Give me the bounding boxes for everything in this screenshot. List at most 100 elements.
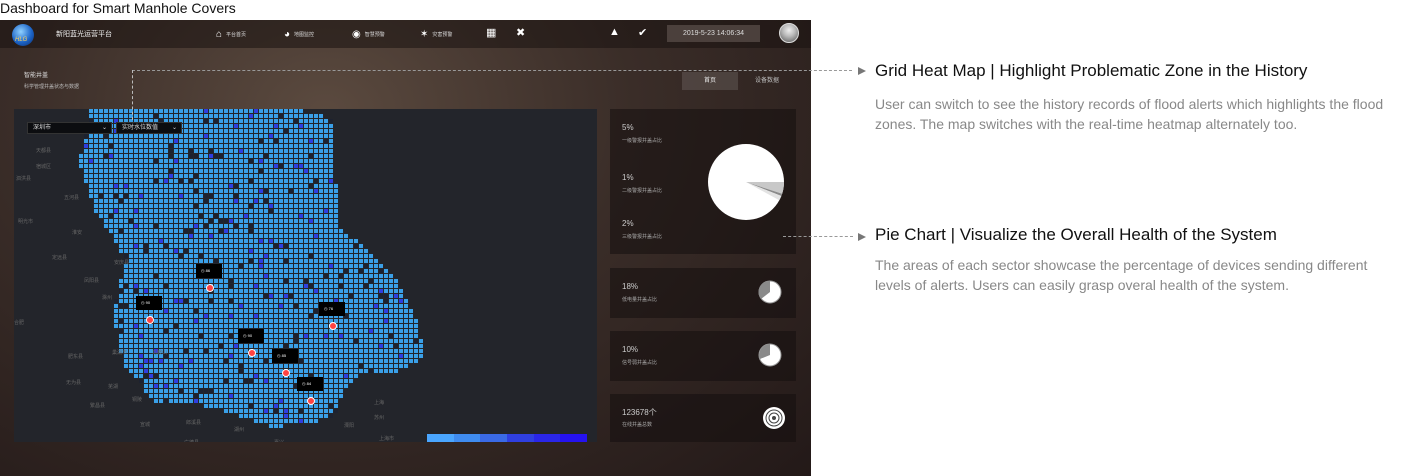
- nav-item-home[interactable]: ⌂ 平台首页: [216, 27, 246, 41]
- heatmap-cell: [374, 369, 378, 373]
- heatmap-cell: [124, 244, 128, 248]
- tab-home[interactable]: 首页: [682, 72, 738, 90]
- heatmap-cell: [299, 354, 303, 358]
- heatmap-cell: [104, 134, 108, 138]
- heatmap-cell: [384, 309, 388, 313]
- heatmap-cell: [159, 259, 163, 263]
- heatmap-cell: [289, 169, 293, 173]
- heatmap-cell: [159, 344, 163, 348]
- heatmap-cell: [319, 259, 323, 263]
- heatmap-cell: [359, 309, 363, 313]
- heatmap-cell: [219, 339, 223, 343]
- heatmap-cell: [329, 219, 333, 223]
- heatmap-cell: [214, 299, 218, 303]
- heatmap-cell: [154, 194, 158, 198]
- heatmap-cell: [189, 334, 193, 338]
- heatmap-cell: [394, 359, 398, 363]
- heatmap-cell: [204, 164, 208, 168]
- heatmap-cell: [204, 389, 208, 393]
- check-circle-icon[interactable]: ✔: [638, 26, 647, 39]
- heatmap-cell: [149, 169, 153, 173]
- grid-heat-map[interactable]: 天都县 宿城区 泗洪县 五河县 明光市 淮安 凤阳县 定远县 安庆县 滁州 合肥 肥东县 巢湖市 马鞍山无…: [14, 109, 597, 442]
- heatmap-cell: [229, 369, 233, 373]
- heatmap-cell: [154, 259, 158, 263]
- heatmap-cell: [199, 359, 203, 363]
- heatmap-cell: [234, 194, 238, 198]
- heatmap-cell: [154, 374, 158, 378]
- nav-item-smart-alert[interactable]: ◉ 智慧预警: [352, 27, 385, 41]
- heatmap-cell: [114, 179, 118, 183]
- nav-item-disaster[interactable]: ✶ 灾害预警: [420, 27, 452, 41]
- nav-item-map[interactable]: ◕ 地图监控: [284, 27, 314, 41]
- heatmap-cell: [144, 209, 148, 213]
- heatmap-cell: [269, 274, 273, 278]
- heatmap-cell: [304, 299, 308, 303]
- heatmap-cell: [109, 169, 113, 173]
- heatmap-cell: [274, 309, 278, 313]
- heatmap-cell: [289, 154, 293, 158]
- city-select[interactable]: 深圳市 ⌄: [27, 122, 112, 134]
- heatmap-cell: [204, 204, 208, 208]
- tab-device-data[interactable]: 设备数据: [742, 72, 792, 90]
- bell-icon[interactable]: ▲: [609, 26, 620, 38]
- heatmap-cell: [284, 179, 288, 183]
- tools-icon[interactable]: ✖: [516, 26, 525, 39]
- heatmap-cell: [329, 174, 333, 178]
- avatar[interactable]: [779, 23, 799, 43]
- heatmap-cell: [124, 314, 128, 318]
- heatmap-cell: [314, 284, 318, 288]
- heatmap-cell: [284, 234, 288, 238]
- heatmap-cell: [294, 269, 298, 273]
- heatmap-cell: [324, 154, 328, 158]
- heatmap-cell: [299, 294, 303, 298]
- heatmap-cell: [114, 219, 118, 223]
- heatmap-cell: [264, 369, 268, 373]
- heatmap-cell: [264, 269, 268, 273]
- heatmap-cell: [214, 134, 218, 138]
- heatmap-cell: [199, 384, 203, 388]
- heatmap-cell: [299, 139, 303, 143]
- heatmap-cell: [234, 384, 238, 388]
- heatmap-cell: [179, 284, 183, 288]
- heatmap-cell: [319, 224, 323, 228]
- heatmap-cell: [114, 134, 118, 138]
- heatmap-cell: [254, 404, 258, 408]
- heatmap-cell: [259, 384, 263, 388]
- annotation-connector-2: [783, 236, 853, 237]
- heatmap-cell: [194, 239, 198, 243]
- heatmap-cell: [314, 219, 318, 223]
- heatmap-cell: [284, 144, 288, 148]
- heatmap-cell: [239, 414, 243, 418]
- heatmap-cell: [239, 184, 243, 188]
- online-count: 123678个: [622, 408, 657, 417]
- heatmap-cell: [374, 294, 378, 298]
- heatmap-cell: [214, 279, 218, 283]
- heatmap-cell: [249, 209, 253, 213]
- heatmap-cell: [209, 279, 213, 283]
- heatmap-cell: [204, 334, 208, 338]
- heatmap-cell: [344, 384, 348, 388]
- metric-select[interactable]: 实时水位数值 ⌄: [116, 122, 182, 134]
- heatmap-cell: [219, 244, 223, 248]
- heatmap-cell: [319, 169, 323, 173]
- heatmap-cell: [344, 279, 348, 283]
- heatmap-cell: [279, 274, 283, 278]
- heatmap-cell: [134, 164, 138, 168]
- heatmap-cell: [274, 229, 278, 233]
- heatmap-cell: [194, 229, 198, 233]
- heatmap-cell: [159, 284, 163, 288]
- heatmap-cell: [99, 179, 103, 183]
- heatmap-cell: [344, 329, 348, 333]
- heatmap-cell: [214, 349, 218, 353]
- heatmap-cell: [194, 279, 198, 283]
- heatmap-cell: [269, 339, 273, 343]
- heatmap-cell: [209, 184, 213, 188]
- heatmap-cell: [239, 319, 243, 323]
- heatmap-cell: [124, 344, 128, 348]
- heatmap-cell: [229, 199, 233, 203]
- apps-grid-icon[interactable]: ▦: [486, 26, 496, 39]
- arrow-right-icon: [858, 67, 866, 75]
- heatmap-cell: [184, 259, 188, 263]
- heatmap-cell: [214, 174, 218, 178]
- marker-dot: [248, 349, 256, 357]
